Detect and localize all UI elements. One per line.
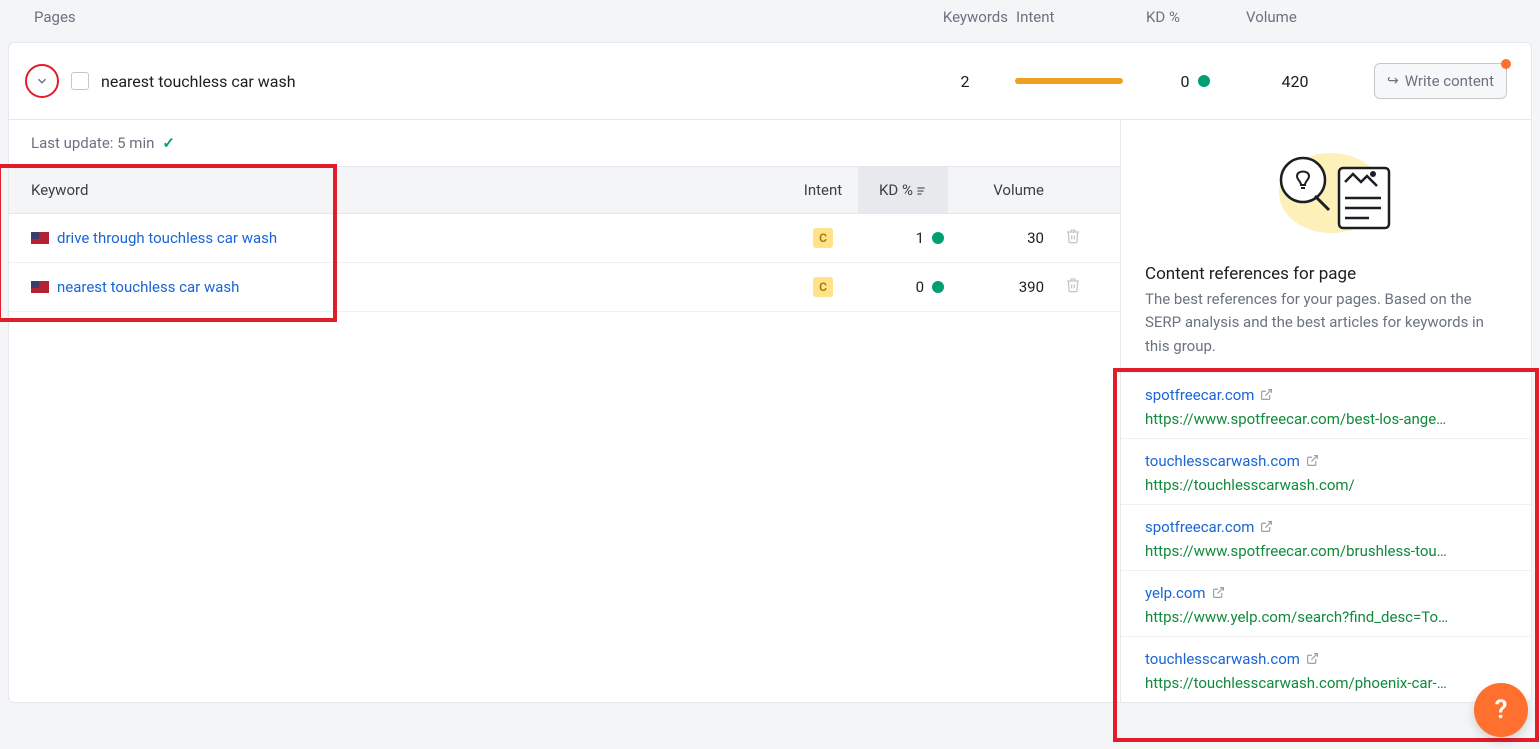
col-pages-label: Pages (34, 8, 916, 26)
trash-icon (1065, 228, 1081, 244)
reference-domain-text: touchlesscarwash.com (1145, 650, 1300, 668)
sort-icon (917, 184, 927, 196)
col-intent-label: Intent (1016, 8, 1146, 26)
reference-domain-text: spotfreecar.com (1145, 386, 1254, 404)
delete-button[interactable] (1048, 228, 1098, 248)
chevron-down-icon (35, 74, 49, 88)
kd-value: 0 (1181, 72, 1190, 91)
kd-mini-cell: 1 (858, 229, 948, 247)
list-item[interactable]: yelp.com https://www.yelp.com/search?fin… (1121, 570, 1531, 636)
expand-toggle-button[interactable] (25, 64, 59, 98)
external-link-icon (1306, 454, 1319, 467)
intent-bar-cell (1015, 78, 1145, 84)
help-button[interactable]: ? (1474, 683, 1528, 737)
lightbulb-page-icon (1251, 138, 1401, 248)
reference-url: https://touchlesscarwash.com/ (1145, 476, 1507, 494)
list-item[interactable]: touchlesscarwash.com https://touchlessca… (1121, 636, 1531, 702)
kd-cell: 0 (1145, 72, 1245, 91)
reference-domain-text: touchlesscarwash.com (1145, 452, 1300, 470)
references-illustration (1121, 120, 1531, 258)
write-content-label: Write content (1405, 72, 1494, 90)
keyword-table-header: Keyword Intent KD % Volume (9, 166, 1120, 214)
last-update-row: Last update: 5 min ✓ (9, 120, 1120, 166)
volume-value: 420 (1245, 72, 1345, 91)
intent-bar (1015, 78, 1123, 84)
page-title: nearest touchless car wash (101, 72, 296, 91)
reference-domain-link[interactable]: spotfreecar.com (1145, 518, 1273, 536)
reference-url: https://www.yelp.com/search?find_desc=To… (1145, 608, 1507, 626)
kw-col-kd-label: KD % (879, 181, 913, 199)
kd-dot-icon (932, 281, 944, 293)
reference-domain-text: spotfreecar.com (1145, 518, 1254, 536)
list-item[interactable]: touchlesscarwash.com https://touchlessca… (1121, 438, 1531, 504)
reference-domain-link[interactable]: touchlesscarwash.com (1145, 650, 1319, 668)
kd-mini-cell: 0 (858, 278, 948, 296)
share-arrow-icon: ↪ (1387, 73, 1399, 89)
check-icon: ✓ (162, 134, 175, 152)
keywords-count: 2 (915, 72, 1015, 91)
help-icon-label: ? (1495, 695, 1508, 725)
last-update-text: Last update: 5 min (31, 134, 154, 152)
external-link-icon (1306, 652, 1319, 665)
columns-header: Pages Keywords Intent KD % Volume (0, 0, 1540, 42)
external-link-icon (1260, 388, 1273, 401)
reference-url: https://www.spotfreecar.com/brushless-to… (1145, 542, 1507, 560)
kd-dot-icon (932, 232, 944, 244)
keywords-panel: Last update: 5 min ✓ Keyword Intent KD %… (9, 120, 1121, 702)
delete-button[interactable] (1048, 277, 1098, 297)
vol-mini-value: 390 (948, 278, 1048, 296)
list-item[interactable]: spotfreecar.com https://www.spotfreecar.… (1121, 504, 1531, 570)
references-description: The best references for your pages. Base… (1121, 288, 1531, 372)
keyword-link[interactable]: nearest touchless car wash (57, 278, 239, 296)
kw-col-keyword[interactable]: Keyword (31, 181, 788, 199)
kd-mini-value: 0 (916, 278, 924, 296)
reference-domain-link[interactable]: touchlesscarwash.com (1145, 452, 1319, 470)
kd-mini-value: 1 (916, 229, 924, 247)
reference-url: https://www.spotfreecar.com/best-los-ang… (1145, 410, 1507, 428)
col-kd-label: KD % (1146, 8, 1246, 26)
references-title: Content references for page (1121, 258, 1531, 288)
kd-dot-icon (1198, 75, 1210, 87)
references-panel: Content references for page The best ref… (1121, 120, 1531, 702)
trash-icon (1065, 277, 1081, 293)
write-content-button[interactable]: ↪ Write content (1374, 63, 1507, 99)
references-list: spotfreecar.com https://www.spotfreecar.… (1121, 372, 1531, 702)
kw-col-volume[interactable]: Volume (948, 181, 1048, 199)
table-row: drive through touchless car wash C 1 30 (9, 214, 1120, 263)
vol-mini-value: 30 (948, 229, 1048, 247)
kw-col-kd-sort[interactable]: KD % (858, 167, 948, 213)
reference-domain-link[interactable]: yelp.com (1145, 584, 1225, 602)
intent-badge: C (813, 228, 833, 248)
main-card: nearest touchless car wash 2 0 420 ↪ Wri… (8, 42, 1532, 703)
keyword-link[interactable]: drive through touchless car wash (57, 229, 277, 247)
external-link-icon (1212, 586, 1225, 599)
external-link-icon (1260, 520, 1273, 533)
us-flag-icon (31, 281, 49, 293)
page-row: nearest touchless car wash 2 0 420 ↪ Wri… (9, 43, 1531, 120)
page-checkbox[interactable] (71, 72, 89, 90)
notification-dot-icon (1501, 59, 1511, 69)
us-flag-icon (31, 232, 49, 244)
reference-url: https://touchlesscarwash.com/phoenix-car… (1145, 674, 1507, 692)
kw-col-intent[interactable]: Intent (788, 181, 858, 199)
intent-badge: C (813, 277, 833, 297)
col-volume-label: Volume (1246, 8, 1346, 26)
reference-domain-text: yelp.com (1145, 584, 1206, 602)
reference-domain-link[interactable]: spotfreecar.com (1145, 386, 1273, 404)
col-keywords-label: Keywords (916, 8, 1016, 26)
list-item[interactable]: spotfreecar.com https://www.spotfreecar.… (1121, 372, 1531, 438)
table-row: nearest touchless car wash C 0 390 (9, 263, 1120, 312)
